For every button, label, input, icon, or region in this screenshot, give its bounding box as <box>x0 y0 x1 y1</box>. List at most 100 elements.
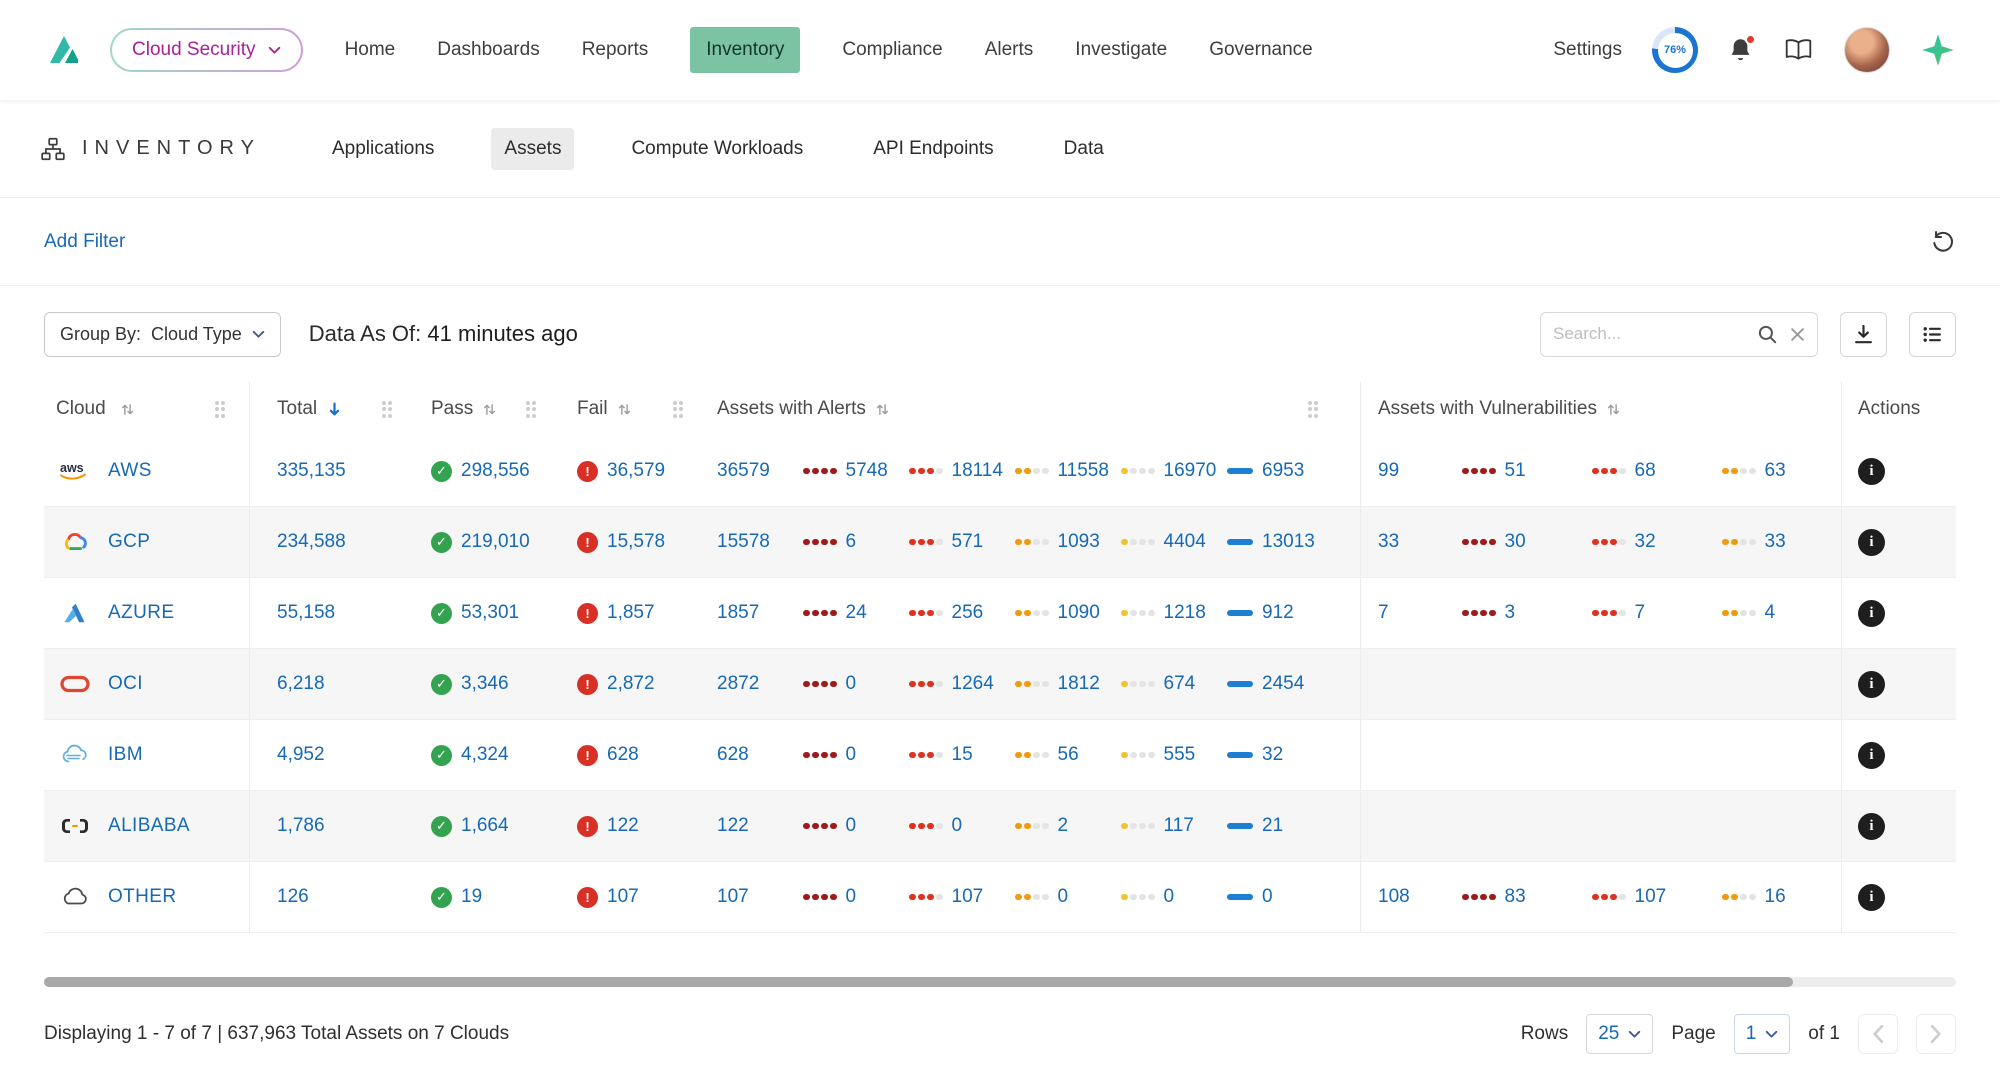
high-count[interactable]: 571 <box>952 531 984 553</box>
info-count[interactable]: 0 <box>1262 886 1273 908</box>
alerts-total-count[interactable]: 107 <box>717 886 803 908</box>
nav-item-compliance[interactable]: Compliance <box>842 27 942 73</box>
critical-count[interactable]: 3 <box>1505 602 1516 624</box>
product-switcher[interactable]: Cloud Security <box>110 28 303 72</box>
cloud-name-link[interactable]: IBM <box>108 744 143 766</box>
fail-count[interactable]: 36,579 <box>607 460 665 482</box>
info-count[interactable]: 32 <box>1262 744 1283 766</box>
low-count[interactable]: 117 <box>1164 815 1194 837</box>
pass-count[interactable]: 53,301 <box>461 602 519 624</box>
progress-ring[interactable]: 76% <box>1652 27 1698 73</box>
drag-handle-icon[interactable] <box>1308 401 1319 418</box>
high-count[interactable]: 256 <box>952 602 984 624</box>
total-count[interactable]: 55,158 <box>277 602 335 624</box>
info-count[interactable]: 6953 <box>1262 460 1304 482</box>
fail-count[interactable]: 2,872 <box>607 673 655 695</box>
row-info-icon[interactable]: i <box>1858 600 1885 627</box>
cloud-name-link[interactable]: OTHER <box>108 886 177 908</box>
total-count[interactable]: 4,952 <box>277 744 325 766</box>
sort-icon[interactable] <box>875 402 890 417</box>
download-button[interactable] <box>1840 312 1887 357</box>
rows-per-page-select[interactable]: 25 <box>1586 1014 1653 1054</box>
docs-book-icon[interactable] <box>1783 38 1814 62</box>
previous-page-button[interactable] <box>1858 1014 1898 1054</box>
nav-item-dashboards[interactable]: Dashboards <box>437 27 539 73</box>
column-header-assets-with-alerts[interactable]: Assets with Alerts <box>717 382 1360 436</box>
next-page-button[interactable] <box>1916 1014 1956 1054</box>
high-count[interactable]: 107 <box>1635 886 1667 908</box>
low-count[interactable]: 555 <box>1164 744 1196 766</box>
search-input[interactable] <box>1553 324 1744 344</box>
vulns-total-count[interactable]: 7 <box>1378 602 1462 624</box>
critical-count[interactable]: 0 <box>846 886 857 908</box>
critical-count[interactable]: 30 <box>1505 531 1526 553</box>
total-count[interactable]: 126 <box>277 886 309 908</box>
pass-count[interactable]: 219,010 <box>461 531 530 553</box>
row-info-icon[interactable]: i <box>1858 671 1885 698</box>
app-logo-icon[interactable] <box>44 30 84 70</box>
pass-count[interactable]: 3,346 <box>461 673 509 695</box>
nav-item-reports[interactable]: Reports <box>582 27 649 73</box>
vulns-total-count[interactable]: 33 <box>1378 531 1462 553</box>
medium-count[interactable]: 0 <box>1058 886 1069 908</box>
add-filter-button[interactable]: Add Filter <box>44 231 125 253</box>
high-count[interactable]: 0 <box>952 815 963 837</box>
column-header-assets-with-vulnerabilities[interactable]: Assets with Vulnerabilities <box>1360 382 1841 436</box>
row-info-icon[interactable]: i <box>1858 458 1885 485</box>
column-header-total[interactable]: Total <box>250 382 426 436</box>
sort-descending-icon[interactable] <box>326 401 343 418</box>
medium-count[interactable]: 11558 <box>1058 460 1109 482</box>
pass-count[interactable]: 4,324 <box>461 744 509 766</box>
fail-count[interactable]: 628 <box>607 744 639 766</box>
pass-count[interactable]: 19 <box>461 886 482 908</box>
search-icon[interactable] <box>1756 323 1778 345</box>
tab-data[interactable]: Data <box>1051 128 1117 170</box>
critical-count[interactable]: 24 <box>846 602 867 624</box>
column-header-actions[interactable]: Actions <box>1841 382 1956 436</box>
medium-count[interactable]: 1812 <box>1058 673 1100 695</box>
column-header-fail[interactable]: Fail <box>570 382 717 436</box>
drag-handle-icon[interactable] <box>673 401 684 418</box>
ai-sparkle-icon[interactable] <box>1920 32 1956 68</box>
medium-count[interactable]: 1090 <box>1058 602 1100 624</box>
medium-count[interactable]: 4 <box>1765 602 1776 624</box>
sort-icon[interactable] <box>617 402 632 417</box>
tab-compute-workloads[interactable]: Compute Workloads <box>618 128 816 170</box>
pass-count[interactable]: 1,664 <box>461 815 509 837</box>
sort-icon[interactable] <box>1606 402 1621 417</box>
nav-item-alerts[interactable]: Alerts <box>985 27 1034 73</box>
tab-applications[interactable]: Applications <box>319 128 447 170</box>
total-count[interactable]: 1,786 <box>277 815 325 837</box>
high-count[interactable]: 7 <box>1635 602 1646 624</box>
medium-count[interactable]: 33 <box>1765 531 1786 553</box>
row-info-icon[interactable]: i <box>1858 813 1885 840</box>
user-avatar[interactable] <box>1844 27 1890 73</box>
cloud-name-link[interactable]: AWS <box>108 460 152 482</box>
alerts-total-count[interactable]: 1857 <box>717 602 803 624</box>
vulns-total-count[interactable]: 99 <box>1378 460 1462 482</box>
alerts-total-count[interactable]: 628 <box>717 744 803 766</box>
group-by-dropdown[interactable]: Group By: Cloud Type <box>44 312 281 357</box>
nav-item-investigate[interactable]: Investigate <box>1075 27 1167 73</box>
total-count[interactable]: 335,135 <box>277 460 346 482</box>
reset-filters-icon[interactable] <box>1930 229 1956 255</box>
critical-count[interactable]: 0 <box>846 744 857 766</box>
sort-icon[interactable] <box>482 402 497 417</box>
cloud-name-link[interactable]: ALIBABA <box>108 815 190 837</box>
medium-count[interactable]: 63 <box>1765 460 1786 482</box>
drag-handle-icon[interactable] <box>382 401 393 418</box>
notifications-bell-icon[interactable] <box>1728 37 1753 64</box>
fail-count[interactable]: 1,857 <box>607 602 655 624</box>
nav-item-inventory[interactable]: Inventory <box>690 27 800 73</box>
nav-item-governance[interactable]: Governance <box>1209 27 1313 73</box>
table-settings-button[interactable] <box>1909 312 1956 357</box>
low-count[interactable]: 0 <box>1164 886 1175 908</box>
high-count[interactable]: 68 <box>1635 460 1656 482</box>
medium-count[interactable]: 16 <box>1765 886 1786 908</box>
column-header-pass[interactable]: Pass <box>426 382 570 436</box>
low-count[interactable]: 16970 <box>1164 460 1217 482</box>
alerts-total-count[interactable]: 15578 <box>717 531 803 553</box>
pass-count[interactable]: 298,556 <box>461 460 530 482</box>
critical-count[interactable]: 51 <box>1505 460 1526 482</box>
info-count[interactable]: 21 <box>1262 815 1283 837</box>
